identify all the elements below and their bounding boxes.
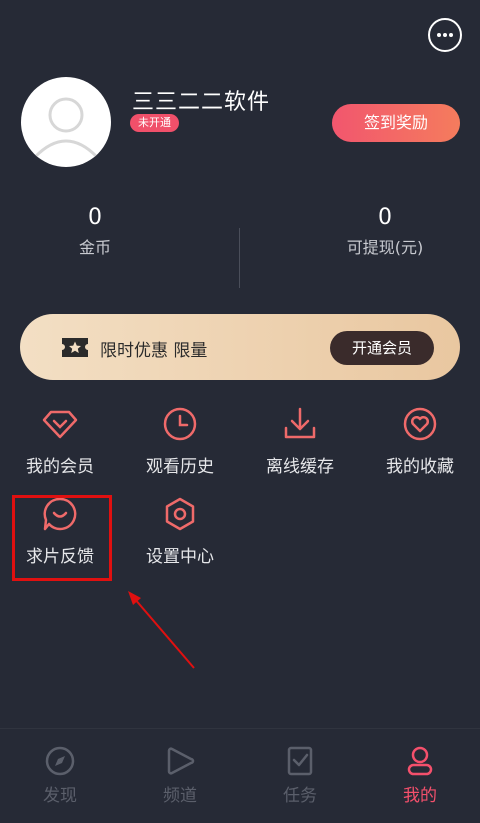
menu-item-offline-cache[interactable]: 离线缓存	[250, 406, 350, 477]
menu-label: 我的会员	[26, 457, 94, 477]
menu-item-my-favorites[interactable]: 我的收藏	[370, 406, 470, 477]
task-check-icon	[287, 746, 313, 776]
play-icon	[167, 747, 195, 775]
nav-tab-mine[interactable]: 我的	[380, 745, 460, 806]
menu-item-settings[interactable]: 设置中心	[130, 496, 230, 567]
coins-stat[interactable]: 0 金币	[0, 205, 195, 258]
nav-tab-discover[interactable]: 发现	[20, 745, 100, 806]
menu-item-my-vip[interactable]: 我的会员	[10, 406, 110, 477]
menu-label: 设置中心	[146, 547, 214, 567]
chat-bubble-dots-icon[interactable]	[428, 18, 462, 52]
stats-divider	[239, 228, 240, 288]
coins-value: 0	[88, 205, 102, 230]
username: 三三二二软件	[132, 90, 271, 115]
heart-icon	[403, 407, 437, 441]
nav-label: 任务	[283, 786, 317, 806]
menu-label: 离线缓存	[266, 457, 334, 477]
menu-label: 观看历史	[146, 457, 214, 477]
nav-label: 频道	[163, 786, 197, 806]
bottom-nav: 发现 频道 任务 我的	[0, 728, 480, 823]
star-ticket-icon	[62, 338, 88, 357]
nav-label: 我的	[403, 786, 437, 806]
menu-item-watch-history[interactable]: 观看历史	[130, 406, 230, 477]
clock-icon	[163, 407, 197, 441]
open-vip-button[interactable]: 开通会员	[330, 331, 434, 365]
vip-status-badge: 未开通	[130, 114, 179, 132]
default-user-icon	[33, 97, 99, 159]
download-icon	[284, 407, 316, 439]
user-icon	[407, 746, 433, 776]
signin-reward-button[interactable]: 签到奖励	[332, 104, 460, 142]
compass-icon	[45, 746, 75, 776]
menu-label: 我的收藏	[386, 457, 454, 477]
vip-promo-banner[interactable]: 限时优惠 限量 开通会员	[20, 314, 460, 380]
settings-hexagon-icon	[165, 497, 195, 531]
highlight-box	[12, 495, 112, 581]
vip-promo-text: 限时优惠 限量	[100, 341, 208, 361]
withdrawable-stat[interactable]: 0 可提现(元)	[285, 205, 480, 258]
coins-label: 金币	[78, 238, 111, 257]
avatar[interactable]	[21, 77, 111, 167]
withdrawable-value: 0	[378, 205, 392, 230]
withdrawable-label: 可提现(元)	[346, 238, 424, 257]
diamond-icon	[42, 410, 78, 439]
nav-tab-channel[interactable]: 频道	[140, 745, 220, 806]
nav-tab-tasks[interactable]: 任务	[260, 745, 340, 806]
nav-label: 发现	[43, 786, 77, 806]
